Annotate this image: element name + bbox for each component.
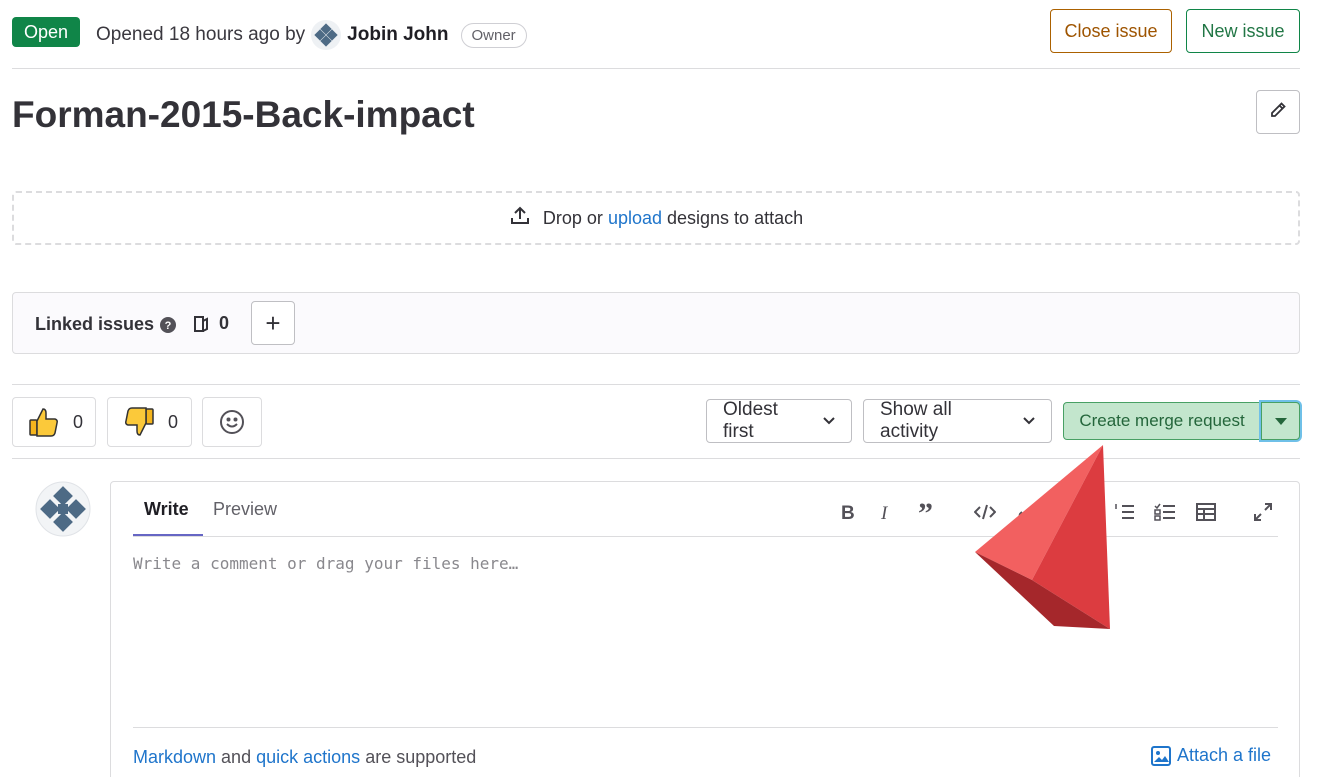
footer-divider	[133, 727, 1278, 728]
fullscreen-icon[interactable]	[1251, 500, 1275, 524]
dropzone-prefix: Drop or	[542, 207, 603, 228]
bold-icon[interactable]: B	[836, 500, 860, 524]
add-linked-issue-button[interactable]: +	[251, 301, 295, 345]
svg-text:”: ”	[918, 503, 933, 521]
smiley-icon	[219, 409, 245, 435]
svg-text:B: B	[841, 503, 855, 521]
pencil-icon	[1268, 100, 1288, 125]
thumbs-up-count: 0	[73, 411, 84, 432]
tab-write[interactable]: Write	[144, 499, 189, 520]
linked-issues-count: 0	[191, 313, 229, 334]
svg-text:I: I	[880, 503, 889, 521]
design-dropzone[interactable]: Drop or upload designs to attach	[12, 191, 1300, 245]
quick-actions-link[interactable]: quick actions	[256, 747, 360, 767]
upload-link[interactable]: upload	[608, 208, 662, 229]
footer-and: and	[221, 747, 252, 767]
activity-filter-label: Show all activity	[880, 399, 952, 442]
thumbs-down-icon	[122, 405, 156, 439]
table-icon[interactable]	[1194, 500, 1218, 524]
pointer-arrow-annotation	[970, 440, 1120, 635]
opened-prefix: Opened 18 hours ago by	[96, 24, 306, 45]
linked-count-value: 0	[219, 313, 230, 333]
linked-issues-title: Linked issues ?	[35, 314, 177, 335]
thumbs-down-button[interactable]: 0	[107, 397, 192, 447]
quote-icon[interactable]: ”	[917, 500, 941, 524]
current-user-avatar[interactable]	[35, 481, 91, 537]
close-issue-button[interactable]: Close issue	[1050, 9, 1172, 53]
create-merge-request-dropdown-toggle[interactable]	[1261, 402, 1300, 440]
dropzone-suffix: designs to attach	[667, 207, 804, 228]
author-avatar[interactable]	[311, 20, 342, 50]
thumbs-up-button[interactable]: 0	[12, 397, 96, 447]
opened-info: Opened 18 hours ago by Jobin John Owner	[96, 20, 527, 50]
new-issue-button[interactable]: New issue	[1186, 9, 1300, 53]
linked-issues-label: Linked issues	[35, 314, 155, 334]
sort-order-label: Oldest first	[723, 399, 778, 442]
add-reaction-button[interactable]	[202, 397, 262, 447]
plus-icon: +	[265, 307, 281, 338]
footer-suffix: are supported	[365, 747, 477, 767]
issues-icon	[191, 314, 211, 334]
caret-down-icon	[1274, 417, 1287, 425]
upload-icon	[509, 205, 543, 232]
linked-issues-panel: Linked issues ? 0 +	[12, 292, 1300, 354]
thumbs-down-count: 0	[168, 411, 179, 432]
editor-footer-help: Markdown and quick actions are supported	[133, 747, 476, 768]
svg-text:?: ?	[165, 320, 172, 332]
comment-textarea[interactable]: Write a comment or drag your files here…	[133, 554, 518, 573]
sort-order-dropdown[interactable]: Oldest first	[706, 399, 852, 443]
role-badge: Owner	[460, 22, 527, 48]
create-merge-request-button[interactable]: Create merge request	[1063, 402, 1261, 440]
chevron-down-icon	[823, 417, 835, 425]
divider	[12, 68, 1300, 69]
issue-title: Forman-2015-Back-impact	[12, 94, 475, 135]
chevron-down-icon	[1023, 417, 1035, 425]
italic-icon[interactable]: I	[875, 500, 899, 524]
author-name[interactable]: Jobin John	[347, 24, 448, 46]
task-list-icon[interactable]	[1153, 500, 1177, 524]
attach-file-label: Attach a file	[1177, 745, 1272, 765]
activity-filter-dropdown[interactable]: Show all activity	[863, 399, 1052, 443]
edit-title-button[interactable]	[1256, 90, 1300, 134]
markdown-link[interactable]: Markdown	[133, 747, 216, 767]
comment-editor: Write Preview B I ” Write a comment or d…	[110, 481, 1300, 777]
image-icon	[1151, 745, 1177, 766]
status-badge: Open	[12, 17, 80, 47]
attach-file-button[interactable]: Attach a file	[1151, 745, 1271, 766]
thumbs-up-icon	[27, 405, 61, 439]
divider	[12, 384, 1300, 385]
tab-preview[interactable]: Preview	[213, 499, 277, 520]
help-icon[interactable]: ?	[160, 316, 177, 333]
